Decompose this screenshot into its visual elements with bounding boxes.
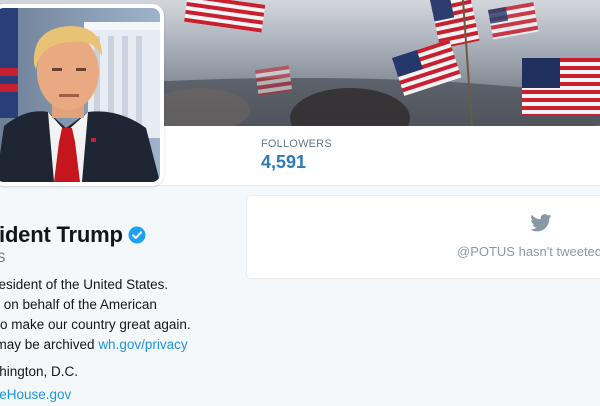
timeline-empty-state: @POTUS hasn't tweeted — [246, 195, 600, 279]
twitter-bird-icon — [530, 214, 552, 232]
profile-display-name[interactable]: sident Trump — [0, 222, 123, 248]
followers-label: FOLLOWERS — [261, 138, 332, 150]
profile-bio: President of the United States. ng on be… — [0, 275, 225, 355]
profile-website-link[interactable]: niteHouse.gov — [0, 387, 71, 402]
profile-location: ashington, D.C. — [0, 364, 79, 379]
followers-stat[interactable]: FOLLOWERS 4,591 — [261, 138, 332, 173]
bio-line: s may be archived wh.gov/privacy — [0, 335, 225, 355]
profile-avatar[interactable] — [0, 4, 164, 186]
empty-timeline-message: @POTUS hasn't tweeted — [457, 244, 600, 259]
followers-count: 4,591 — [261, 152, 307, 172]
verified-badge-icon[interactable] — [128, 226, 146, 244]
bio-line: ng on behalf of the American — [0, 297, 157, 312]
bio-text: s may be archived — [0, 337, 95, 352]
bio-line: e to make our country great again. — [0, 317, 191, 332]
bio-line: President of the United States. — [0, 277, 169, 292]
bio-privacy-link[interactable]: wh.gov/privacy — [98, 337, 187, 352]
profile-handle[interactable]: US — [0, 249, 5, 265]
profile-name-row: sident Trump — [0, 222, 146, 248]
avatar-portrait-image — [0, 8, 160, 182]
